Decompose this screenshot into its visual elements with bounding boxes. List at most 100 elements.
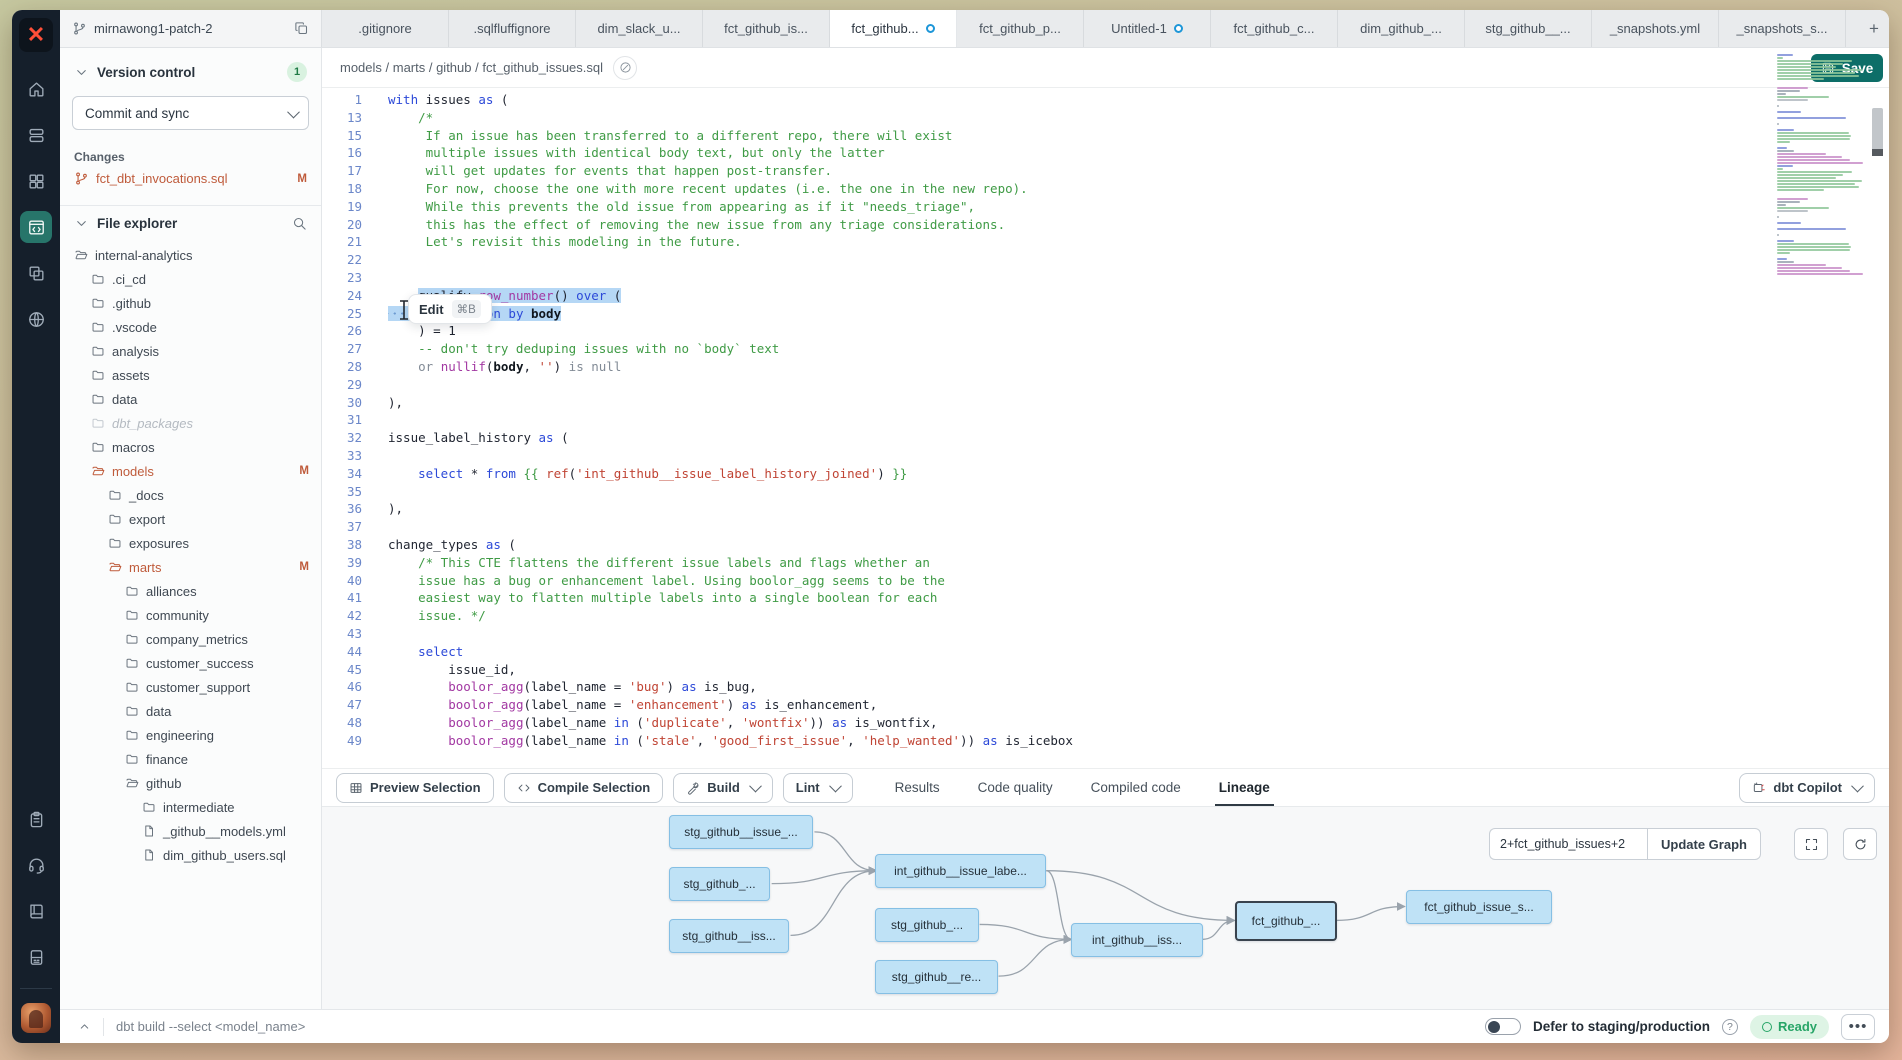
tree-item-data[interactable]: data bbox=[60, 699, 321, 723]
search-icon[interactable] bbox=[292, 216, 307, 231]
code-line-47: 47 boolor_agg(label_name = 'enhancement'… bbox=[322, 696, 1889, 714]
file-tab-4[interactable]: fct_github... bbox=[830, 10, 957, 47]
support-icon[interactable] bbox=[20, 849, 52, 881]
tree-item-export[interactable]: export bbox=[60, 507, 321, 531]
changed-file-row[interactable]: fct_dbt_invocations.sqlM bbox=[60, 166, 321, 191]
tree-item-finance[interactable]: finance bbox=[60, 747, 321, 771]
result-tab-lineage[interactable]: Lineage bbox=[1219, 769, 1270, 806]
tree-item-marts[interactable]: martsM bbox=[60, 555, 321, 579]
tree-item-.github[interactable]: .github bbox=[60, 291, 321, 315]
unsaved-dot-icon bbox=[1174, 24, 1183, 33]
tasks-icon[interactable] bbox=[20, 803, 52, 835]
lineage-node-8[interactable]: fct_github_issue_s... bbox=[1406, 890, 1552, 924]
minimap[interactable] bbox=[1777, 54, 1865, 276]
update-graph-button[interactable]: Update Graph bbox=[1647, 828, 1761, 860]
copy-icon[interactable] bbox=[294, 21, 309, 36]
tree-item-community[interactable]: community bbox=[60, 603, 321, 627]
branch-selector[interactable]: mirnawong1-patch-2 bbox=[60, 10, 322, 47]
tree-item-_docs[interactable]: _docs bbox=[60, 483, 321, 507]
file-tab-6[interactable]: Untitled-1 bbox=[1084, 10, 1211, 47]
lineage-node-5[interactable]: stg_github__re... bbox=[875, 960, 998, 994]
lint-button[interactable]: Lint bbox=[783, 773, 853, 803]
tree-item-dbt_packages[interactable]: dbt_packages bbox=[60, 411, 321, 435]
projects-icon[interactable] bbox=[20, 119, 52, 151]
dbt-logo-icon[interactable]: ✕ bbox=[19, 18, 53, 52]
lineage-node-1[interactable]: stg_github_... bbox=[669, 867, 770, 901]
file-tab-10[interactable]: _snapshots.yml bbox=[1592, 10, 1719, 47]
dashboard-icon[interactable] bbox=[20, 165, 52, 197]
tree-item-company_metrics[interactable]: company_metrics bbox=[60, 627, 321, 651]
docs-icon[interactable] bbox=[20, 895, 52, 927]
file-explorer-header[interactable]: File explorer bbox=[60, 206, 321, 239]
tree-item-customer_success[interactable]: customer_success bbox=[60, 651, 321, 675]
user-avatar[interactable] bbox=[21, 1003, 51, 1033]
file-tab-3[interactable]: fct_github_is... bbox=[703, 10, 830, 47]
tree-item-.vscode[interactable]: .vscode bbox=[60, 315, 321, 339]
result-tab-compiled-code[interactable]: Compiled code bbox=[1091, 769, 1181, 806]
code-editor[interactable]: 1with issues as (13 /*15 If an issue has… bbox=[322, 88, 1889, 768]
tree-item-label: .github bbox=[112, 296, 151, 311]
lineage-node-0[interactable]: stg_github__issue_... bbox=[669, 815, 813, 849]
defer-toggle[interactable] bbox=[1485, 1018, 1521, 1035]
expand-command-bar-icon[interactable] bbox=[78, 1020, 91, 1033]
edit-tooltip[interactable]: Edit ⌘B bbox=[408, 294, 492, 324]
file-tab-7[interactable]: fct_github_c... bbox=[1211, 10, 1338, 47]
tree-item-assets[interactable]: assets bbox=[60, 363, 321, 387]
tree-item-.ci_cd[interactable]: .ci_cd bbox=[60, 267, 321, 291]
lineage-node-4[interactable]: stg_github_... bbox=[875, 908, 979, 942]
tree-item-models[interactable]: modelsM bbox=[60, 459, 321, 483]
home-icon[interactable] bbox=[20, 73, 52, 105]
preview-selection-button[interactable]: Preview Selection bbox=[336, 773, 494, 803]
tree-item-_github__models.yml[interactable]: _github__models.yml bbox=[60, 819, 321, 843]
file-tab-1[interactable]: .sqlfluffignore bbox=[449, 10, 576, 47]
line-number: 30 bbox=[322, 394, 362, 412]
commit-and-sync-select[interactable]: Commit and sync bbox=[72, 96, 309, 130]
help-icon[interactable]: ? bbox=[1722, 1019, 1738, 1035]
tree-item-macros[interactable]: macros bbox=[60, 435, 321, 459]
file-explorer-title: File explorer bbox=[97, 216, 177, 231]
file-tab-8[interactable]: dim_github_... bbox=[1338, 10, 1465, 47]
environments-icon[interactable] bbox=[20, 257, 52, 289]
tree-item-customer_support[interactable]: customer_support bbox=[60, 675, 321, 699]
tree-item-internal-analytics[interactable]: internal-analytics bbox=[60, 243, 321, 267]
tree-item-engineering[interactable]: engineering bbox=[60, 723, 321, 747]
dbt-copilot-button[interactable]: dbt Copilot bbox=[1739, 773, 1875, 803]
tree-item-analysis[interactable]: analysis bbox=[60, 339, 321, 363]
line-number: 31 bbox=[322, 411, 362, 429]
result-tab-results[interactable]: Results bbox=[895, 769, 940, 806]
tree-item-data[interactable]: data bbox=[60, 387, 321, 411]
tree-item-intermediate[interactable]: intermediate bbox=[60, 795, 321, 819]
explore-icon[interactable] bbox=[20, 303, 52, 335]
tree-item-label: customer_support bbox=[146, 680, 250, 695]
version-control-header[interactable]: Version control 1 bbox=[60, 48, 321, 90]
tree-item-exposures[interactable]: exposures bbox=[60, 531, 321, 555]
file-tab-5[interactable]: fct_github_p... bbox=[957, 10, 1084, 47]
tree-item-alliances[interactable]: alliances bbox=[60, 579, 321, 603]
lineage-node-2[interactable]: stg_github__iss... bbox=[669, 919, 789, 953]
tree-item-dim_github_users.sql[interactable]: dim_github_users.sql bbox=[60, 843, 321, 867]
lineage-selector-input[interactable]: 2+fct_github_issues+2 bbox=[1489, 828, 1647, 860]
ide-icon[interactable] bbox=[20, 211, 52, 243]
result-tab-code-quality[interactable]: Code quality bbox=[978, 769, 1053, 806]
lineage-node-7[interactable]: fct_github_... bbox=[1235, 901, 1337, 941]
format-icon[interactable] bbox=[613, 56, 637, 80]
build-button[interactable]: Build bbox=[673, 773, 773, 803]
file-tab-11[interactable]: _snapshots_s... bbox=[1719, 10, 1846, 47]
compile-selection-button[interactable]: Compile Selection bbox=[504, 773, 664, 803]
refresh-graph-button[interactable] bbox=[1843, 828, 1877, 860]
tab-label: .sqlfluffignore bbox=[473, 21, 550, 36]
more-options-button[interactable]: ••• bbox=[1841, 1014, 1875, 1040]
command-input[interactable]: dbt build --select <model_name> bbox=[116, 1019, 305, 1034]
code-line-28: 28 or nullif(body, '') is null bbox=[322, 358, 1889, 376]
file-tab-0[interactable]: .gitignore bbox=[322, 10, 449, 47]
code-line-20: 20 this has the effect of removing the n… bbox=[322, 216, 1889, 234]
file-tab-2[interactable]: dim_slack_u... bbox=[576, 10, 703, 47]
file-tab-9[interactable]: stg_github__... bbox=[1465, 10, 1592, 47]
new-tab-button[interactable]: + bbox=[1859, 10, 1889, 47]
tree-item-github[interactable]: github bbox=[60, 771, 321, 795]
fullscreen-button[interactable] bbox=[1794, 828, 1828, 860]
lineage-node-6[interactable]: int_github__iss... bbox=[1071, 923, 1203, 957]
terminal-icon[interactable] bbox=[20, 941, 52, 973]
lineage-node-3[interactable]: int_github__issue_labe... bbox=[875, 854, 1046, 888]
scrollbar-thumb[interactable] bbox=[1872, 108, 1883, 154]
